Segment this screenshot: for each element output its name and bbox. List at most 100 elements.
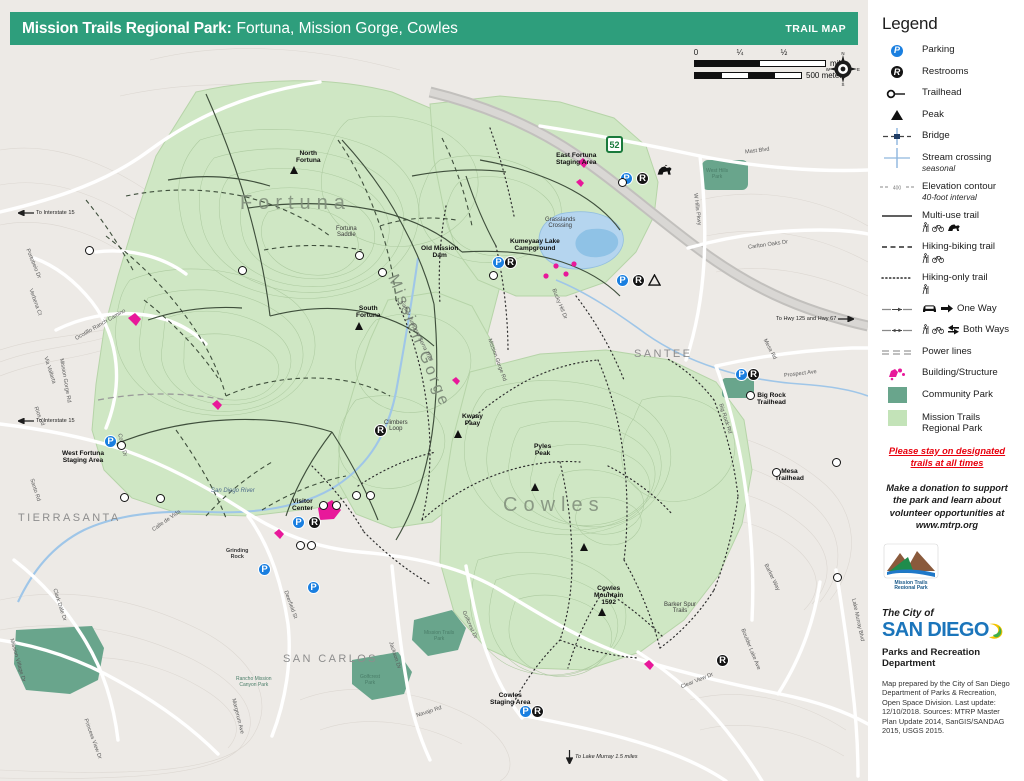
map-trailhead-icon-3[interactable]	[489, 271, 498, 280]
legend-item-mission-trails-regional-park: Mission Trails Regional Park	[878, 410, 1016, 435]
scale-bar-miles	[694, 60, 826, 67]
one-way-line-icon	[878, 302, 916, 317]
map-parking-icon-west-fortuna[interactable]: P	[104, 435, 117, 448]
direction-to-interstate-15-south: To Interstate 15	[18, 418, 75, 424]
legend-label: Power lines	[922, 345, 972, 357]
legend-label: Multi-use trail	[922, 209, 980, 221]
map-parking-icon-grinding-rocks[interactable]: P	[258, 563, 271, 576]
map-peak-icon-pyles-peak	[531, 483, 539, 491]
map-trailhead-icon-9[interactable]	[833, 573, 842, 582]
power-lines-icon	[878, 345, 916, 360]
page-subtitle: Fortuna, Mission Gorge, Cowles	[236, 19, 458, 37]
map-peak-icon-unnamed	[580, 543, 588, 551]
legend-label: Mission Trails Regional Park	[922, 411, 983, 435]
legend-item-restrooms: R Restrooms	[878, 65, 1016, 80]
map-trailhead-icon-8[interactable]	[832, 458, 841, 467]
map-trailhead-icon-19[interactable]	[238, 266, 247, 275]
legend-label: Community Park	[922, 388, 993, 400]
map-trailhead-icon-16[interactable]	[117, 441, 126, 450]
map-title-bar: Mission Trails Regional Park: Fortuna, M…	[10, 12, 858, 45]
map-viewport[interactable]: Mission Trails Regional Park: Fortuna, M…	[0, 0, 868, 781]
hiker-icon	[922, 324, 929, 335]
map-restroom-icon-barker[interactable]: R	[716, 654, 729, 667]
legend-item-multi-use-trail: Multi-use trail	[878, 209, 1016, 234]
svg-text:W: W	[826, 67, 831, 72]
map-trailhead-icon-1[interactable]	[85, 246, 94, 255]
map-credits: Map prepared by the City of San Diego De…	[882, 678, 1010, 736]
building-structure-icon	[878, 366, 916, 381]
direction-to-hwy-125-67: To Hwy 125 and Hwy 67	[776, 316, 855, 322]
map-trailhead-icon-15[interactable]	[332, 501, 341, 510]
map-trailhead-icon-big-rock[interactable]	[746, 391, 755, 400]
map-peak-icon-north-fortuna	[290, 166, 298, 174]
map-restroom-icon-east-fortuna[interactable]: R	[636, 172, 649, 185]
legend-label: One Way	[957, 302, 997, 314]
map-trailhead-icon-4[interactable]	[120, 493, 129, 502]
map-restroom-icon-big-rock[interactable]: R	[747, 368, 760, 381]
map-trailhead-icon-17[interactable]	[355, 251, 364, 260]
scale-tick-0: 0	[693, 48, 699, 57]
highway-shield-52: 52	[606, 136, 623, 153]
legend-item-parking: P Parking	[878, 43, 1016, 58]
svg-text:S: S	[842, 82, 845, 86]
trail-map-page: Mission Trails Regional Park: Fortuna, M…	[0, 0, 1024, 781]
map-parking-icon-deerfield[interactable]: P	[307, 581, 320, 594]
legend-item-trailhead: Trailhead	[878, 86, 1016, 101]
map-parking-icon-kumeyaay[interactable]: P	[616, 274, 629, 287]
arrow-right-icon	[838, 316, 855, 322]
legend-label: Restrooms	[922, 65, 969, 77]
arrow-down-icon	[566, 750, 573, 764]
map-trailhead-icon-2[interactable]	[618, 178, 627, 187]
map-peak-icon-south-fortuna	[355, 322, 363, 330]
scale-tick-half: ½	[780, 48, 788, 57]
map-restroom-icon-cowles-staging[interactable]: R	[531, 705, 544, 718]
legend-label-group: Multi-use trail	[922, 209, 979, 234]
map-peak-icon-kwaay-paay	[454, 430, 462, 438]
map-trailhead-icon-12[interactable]	[296, 541, 305, 550]
legend-item-one-way: One Way	[878, 302, 1016, 317]
map-trailhead-icon-mesa[interactable]	[772, 468, 781, 477]
legend-label: Hiking-biking trail	[922, 240, 996, 252]
mtrp-logo: Mission Trails Regional Park	[883, 543, 939, 591]
map-restroom-icon-visitor-center[interactable]: R	[308, 516, 321, 529]
hiker-icon	[922, 222, 929, 233]
direction-label-text: To Lake Murray 1.5 miles	[575, 754, 638, 760]
map-trailhead-icon-11[interactable]	[366, 491, 375, 500]
legend-label: Parking	[922, 44, 955, 55]
legend-label: Building/Structure	[922, 367, 998, 378]
map-trailhead-icon-13[interactable]	[307, 541, 316, 550]
bicycle-icon	[932, 256, 944, 263]
legend-item-hiking-biking-trail: Hiking-biking trail	[878, 240, 1016, 265]
map-trailhead-icon-18[interactable]	[378, 268, 387, 277]
legend-item-elevation-contour: 400 Elevation contour 40-foot interval	[878, 180, 1016, 202]
legend-label-group: Both Ways	[922, 323, 1009, 336]
map-restroom-icon-gorge[interactable]: R	[374, 424, 387, 437]
car-icon	[923, 305, 936, 312]
map-restroom-icon-kumeyaay[interactable]: R	[632, 274, 645, 287]
department-label: Parks and Recreation Department	[882, 646, 981, 669]
map-restroom-icon-old-mission-dam[interactable]: R	[504, 256, 517, 269]
legend-label: Elevation contour	[922, 180, 997, 192]
stay-on-trails-notice: Please stay on designated trails at all …	[888, 445, 1006, 468]
legend-label-group: One Way	[922, 302, 997, 315]
two-way-arrows-icon	[948, 325, 959, 335]
legend-label: Trailhead	[922, 87, 962, 98]
hiker-icon	[922, 284, 929, 295]
map-trailhead-icon-10[interactable]	[352, 491, 361, 500]
legend-label: Hiking-only trail	[922, 271, 988, 283]
hiking-only-trail-icon	[878, 271, 916, 286]
legend-label-group: Hiking-only trail	[922, 271, 988, 296]
arrow-left-icon	[18, 210, 34, 216]
city-logo-name: SAN DIEGO	[882, 618, 989, 641]
legend-panel: Legend P Parking R Restrooms Trailhead P…	[868, 0, 1024, 781]
legend-label-group: Hiking-biking trail	[922, 240, 995, 265]
map-equestrian-icon	[657, 164, 672, 175]
map-trailhead-icon-14[interactable]	[319, 501, 328, 510]
hiker-icon	[922, 253, 929, 264]
restrooms-icon: R	[878, 65, 916, 80]
legend-mode-icons	[922, 253, 995, 264]
map-parking-icon-visitor-center[interactable]: P	[292, 516, 305, 529]
map-trailhead-icon-5[interactable]	[156, 494, 165, 503]
peak-icon	[878, 108, 916, 123]
both-ways-line-icon	[878, 323, 916, 338]
